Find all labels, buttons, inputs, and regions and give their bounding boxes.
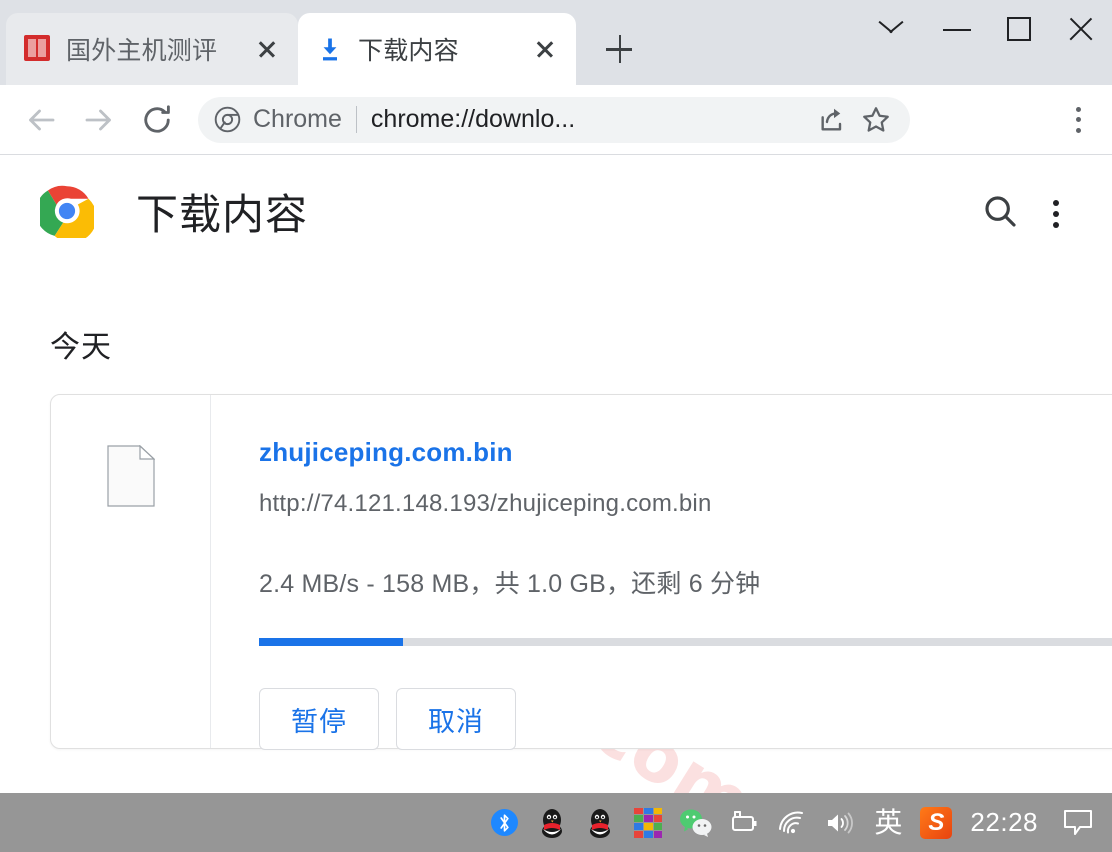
- download-item-card: zhujiceping.com.bin http://74.121.148.19…: [50, 394, 1112, 750]
- qq-icon-2[interactable]: [576, 797, 624, 849]
- ime-language-indicator[interactable]: 英: [864, 797, 912, 849]
- download-file-icon-cell: [51, 395, 211, 748]
- download-details: zhujiceping.com.bin http://74.121.148.19…: [211, 395, 1112, 750]
- maximize-button[interactable]: [988, 0, 1050, 60]
- tab-close-icon-1[interactable]: [528, 32, 562, 66]
- star-icon[interactable]: [856, 100, 896, 140]
- download-filename-link[interactable]: zhujiceping.com.bin: [259, 437, 513, 468]
- wifi-icon[interactable]: [768, 797, 816, 849]
- ime-language-label: 英: [874, 806, 903, 838]
- download-icon: [316, 35, 344, 63]
- downloads-page: zhujiceping.com 下载内容 今天: [0, 156, 1112, 793]
- omnibox-scheme-label: Chrome: [253, 105, 342, 133]
- chrome-logo-icon: [35, 184, 97, 243]
- tab-title-1: 下载内容: [358, 37, 459, 65]
- qq-icon-1[interactable]: [528, 797, 576, 849]
- page-title: 下载内容: [136, 190, 309, 238]
- wechat-icon[interactable]: [672, 797, 720, 849]
- browser-tab-1[interactable]: 下载内容: [298, 13, 576, 85]
- download-status-text: 2.4 MB/s - 158 MB，共 1.0 GB，还剩 6 分钟: [259, 570, 761, 598]
- download-source-url: http://74.121.148.193/zhujiceping.com.bi…: [259, 490, 712, 517]
- reload-icon[interactable]: [134, 97, 180, 143]
- address-bar[interactable]: Chrome chrome://downlo...: [198, 96, 910, 143]
- cancel-button[interactable]: 取消: [396, 688, 516, 750]
- close-window-button[interactable]: [1050, 0, 1112, 60]
- color-grid-icon[interactable]: [624, 797, 672, 849]
- tab-strip: 国外主机测评 下载内容: [0, 0, 1112, 85]
- sogou-badge-label: S: [920, 806, 953, 839]
- share-icon[interactable]: [812, 100, 852, 140]
- downloads-menu-kebab-icon[interactable]: [1028, 183, 1084, 239]
- forward-arrow-icon[interactable]: [76, 97, 122, 143]
- download-progress-bar: [259, 638, 1112, 646]
- document-icon: [106, 444, 156, 507]
- back-arrow-icon[interactable]: [18, 97, 64, 143]
- browser-tab-0[interactable]: 国外主机测评: [6, 13, 298, 85]
- omnibox-url-text[interactable]: chrome://downlo...: [371, 105, 808, 134]
- chrome-logo-small-icon: [214, 106, 241, 133]
- browser-toolbar: Chrome chrome://downlo...: [0, 85, 1112, 155]
- notification-bubble-icon[interactable]: [1054, 797, 1102, 849]
- downloads-date-section-label: 今天: [50, 331, 112, 364]
- search-icon[interactable]: [972, 183, 1028, 239]
- new-tab-button[interactable]: [597, 27, 641, 71]
- minimize-button[interactable]: [926, 0, 988, 60]
- browser-menu-kebab-icon[interactable]: [1056, 94, 1100, 146]
- windows-taskbar: 英 S 22:28: [0, 793, 1112, 852]
- bluetooth-icon[interactable]: [480, 797, 528, 849]
- battery-icon[interactable]: [720, 797, 768, 849]
- volume-icon[interactable]: [816, 797, 864, 849]
- download-progress-fill: [259, 638, 403, 646]
- site-favicon-red-icon: [24, 35, 52, 63]
- download-action-buttons: 暂停 取消: [259, 688, 1112, 750]
- tab-search-chevron-down-icon[interactable]: [864, 0, 926, 60]
- taskbar-clock[interactable]: 22:28: [960, 807, 1054, 838]
- tab-close-icon-0[interactable]: [250, 32, 284, 66]
- sogou-input-icon[interactable]: S: [912, 797, 960, 849]
- downloads-page-header: 下载内容: [0, 156, 1112, 266]
- window-controls: [864, 0, 1112, 85]
- tab-title-0: 国外主机测评: [66, 37, 218, 65]
- pause-button[interactable]: 暂停: [259, 688, 379, 750]
- omnibox-separator: [355, 106, 357, 133]
